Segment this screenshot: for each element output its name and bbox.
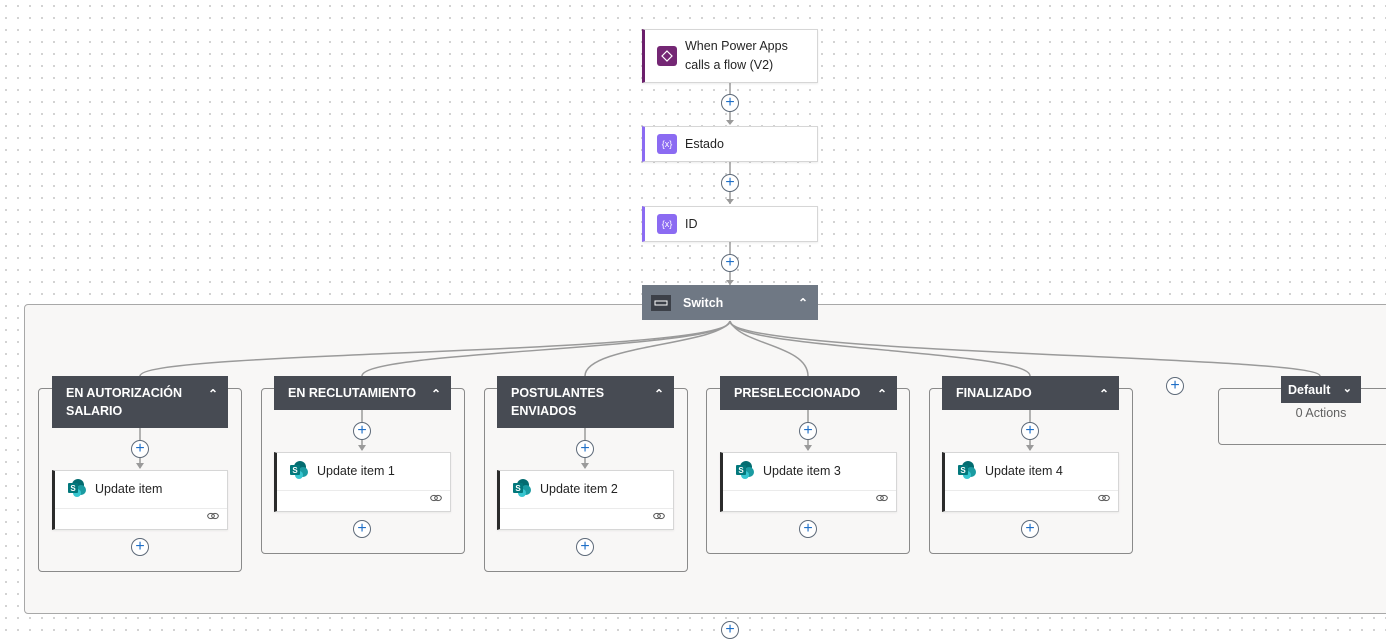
action-footer [945,490,1118,511]
add-action-button[interactable]: + [1021,422,1039,440]
svg-text:S: S [960,466,966,475]
link-icon [1098,489,1110,507]
add-step-button[interactable]: + [721,621,739,639]
add-action-button[interactable]: + [1021,520,1039,538]
sharepoint-icon: S [957,460,977,483]
action-label: Update item 4 [985,464,1063,478]
chevron-down-icon[interactable]: ⌄ [1343,382,1352,395]
default-label: Default [1288,382,1331,397]
action-card[interactable]: S Update item 4 [942,452,1119,512]
add-case-button[interactable]: + [1166,377,1184,395]
default-actions-count: 0 Actions [1295,406,1347,420]
case-connector [1026,410,1034,451]
default-header[interactable]: Default ⌄ [1281,376,1361,403]
